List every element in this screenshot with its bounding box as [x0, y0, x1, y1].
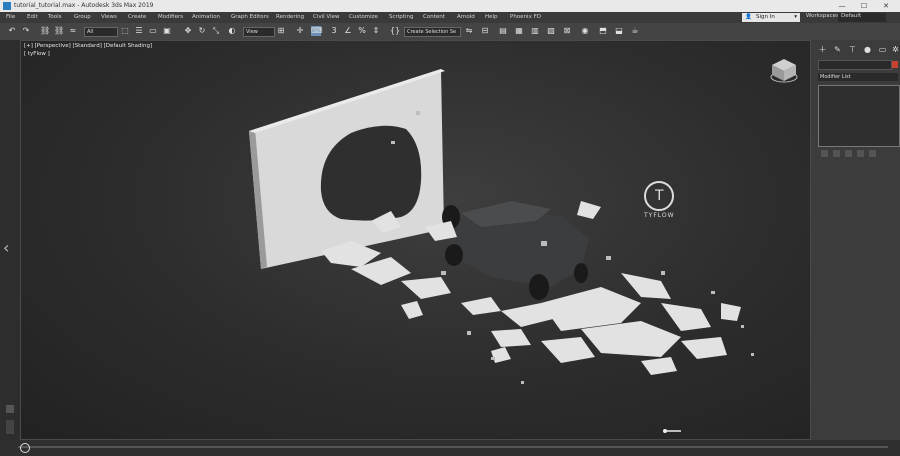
- menu-modifiers[interactable]: Modifiers: [158, 14, 183, 20]
- bottom-bar: [0, 440, 900, 456]
- nav-left-arrow[interactable]: ‹: [3, 238, 9, 257]
- hierarchy-tab-icon[interactable]: ⊤: [848, 45, 857, 54]
- pin-stack-icon[interactable]: [821, 150, 828, 157]
- select-manipulate-icon[interactable]: ✛: [295, 26, 305, 36]
- menu-customize[interactable]: Customize: [349, 14, 378, 20]
- tyflow-logo: T TYFLOW: [644, 181, 675, 219]
- unlink-icon[interactable]: ⛓: [54, 26, 64, 36]
- scene-render: [249, 69, 754, 384]
- angle-snap-icon[interactable]: ∠: [343, 26, 353, 36]
- scene-explorer-icon[interactable]: ▤: [498, 26, 508, 36]
- undo-icon[interactable]: ↶: [7, 26, 17, 36]
- curve-editor-icon[interactable]: ▧: [546, 26, 556, 36]
- material-editor-icon[interactable]: ◉: [580, 26, 590, 36]
- selection-filter-dropdown[interactable]: All: [84, 27, 118, 37]
- align-icon[interactable]: ⊟: [480, 26, 490, 36]
- utilities-tab-icon[interactable]: ✲: [891, 45, 900, 54]
- time-slider-handle[interactable]: [20, 443, 30, 453]
- menu-scripting[interactable]: Scripting: [389, 14, 413, 20]
- close-button[interactable]: ✕: [878, 1, 894, 11]
- select-by-name-icon[interactable]: ☰: [134, 26, 144, 36]
- object-name-field[interactable]: [818, 60, 892, 70]
- link-icon[interactable]: ⛓: [40, 26, 50, 36]
- menu-create[interactable]: Create: [128, 14, 146, 20]
- viewcube-icon[interactable]: [769, 55, 799, 85]
- frame-indicator: [6, 420, 14, 434]
- bind-space-warp-icon[interactable]: ≈: [68, 26, 78, 36]
- tyflow-logo-text: TYFLOW: [644, 212, 675, 219]
- sign-in-label: Sign In: [756, 14, 775, 20]
- modify-tab-icon[interactable]: ✎: [833, 45, 842, 54]
- redo-icon[interactable]: ↷: [21, 26, 31, 36]
- pivot-icon[interactable]: ⊞: [276, 26, 286, 36]
- object-color-swatch[interactable]: [892, 61, 898, 68]
- modifier-list-dropdown[interactable]: Modifier List: [818, 73, 898, 81]
- scale-icon[interactable]: ⤡: [211, 26, 221, 36]
- mirror-icon[interactable]: ⇋: [464, 26, 474, 36]
- play-icon[interactable]: [6, 405, 14, 413]
- toggle-ribbon-icon[interactable]: ▥: [530, 26, 540, 36]
- menu-arnold[interactable]: Arnold: [457, 14, 475, 20]
- window-title: tutorial_tutorial.max - Autodesk 3ds Max…: [14, 2, 154, 9]
- menu-views[interactable]: Views: [101, 14, 117, 20]
- command-panel: ＋ ✎ ⊤ ● ▭ ✲ Modifier List: [811, 40, 900, 440]
- chevron-down-icon: ▾: [794, 14, 797, 20]
- configure-sets-icon[interactable]: [869, 150, 876, 157]
- user-icon: 👤: [745, 14, 752, 20]
- time-slider[interactable]: [18, 446, 888, 448]
- menu-civil-view[interactable]: Civil View: [313, 14, 339, 20]
- rotate-icon[interactable]: ↻: [197, 26, 207, 36]
- reference-coordinate-dropdown[interactable]: View: [243, 27, 275, 37]
- move-icon[interactable]: ✥: [183, 26, 193, 36]
- spinner-snap-icon[interactable]: ⇕: [371, 26, 381, 36]
- percent-snap-icon[interactable]: %: [357, 26, 367, 36]
- render-production-icon[interactable]: ☕: [630, 26, 640, 36]
- show-end-result-icon[interactable]: [833, 150, 840, 157]
- create-tab-icon[interactable]: ＋: [818, 45, 827, 54]
- menu-edit[interactable]: Edit: [27, 14, 38, 20]
- window-crossing-icon[interactable]: ▣: [162, 26, 172, 36]
- layer-explorer-icon[interactable]: ▦: [514, 26, 524, 36]
- sign-in-dropdown[interactable]: 👤 Sign In ▾: [742, 13, 800, 22]
- vehicle: [442, 201, 589, 300]
- menu-phoenix-fd[interactable]: Phoenix FD: [510, 14, 541, 20]
- title-bar: tutorial_tutorial.max - Autodesk 3ds Max…: [0, 0, 900, 12]
- workspace-label: Workspaces:: [806, 13, 841, 19]
- menu-graph-editors[interactable]: Graph Editors: [231, 14, 269, 20]
- menu-file[interactable]: File: [6, 14, 15, 20]
- rendered-frame-icon[interactable]: ⬓: [614, 26, 624, 36]
- menu-animation[interactable]: Animation: [192, 14, 220, 20]
- app-icon: [3, 2, 11, 10]
- motion-tab-icon[interactable]: ●: [863, 45, 872, 54]
- render-setup-icon[interactable]: ⬒: [598, 26, 608, 36]
- maximize-button[interactable]: ☐: [856, 1, 872, 11]
- select-object-icon[interactable]: ⬚: [120, 26, 130, 36]
- main-toolbar: ↶ ↷ ⛓ ⛓ ≈ All ⬚ ☰ ▭ ▣ ✥ ↻ ⤡ ◐ View ⊞ ✛ ⌨…: [0, 23, 900, 40]
- scale-indicator-icon: [663, 429, 681, 433]
- edit-named-selection-icon[interactable]: {}: [390, 26, 400, 36]
- tyflow-logo-icon: T: [644, 181, 675, 211]
- modifier-stack[interactable]: [818, 85, 900, 147]
- make-unique-icon[interactable]: [845, 150, 852, 157]
- menu-rendering[interactable]: Rendering: [276, 14, 304, 20]
- remove-modifier-icon[interactable]: [857, 150, 864, 157]
- placement-icon[interactable]: ◐: [227, 26, 237, 36]
- snap-toggle-icon[interactable]: 3: [329, 26, 339, 36]
- workspace-select[interactable]: Default: [838, 13, 886, 22]
- menu-content[interactable]: Content: [423, 14, 445, 20]
- menu-help[interactable]: Help: [485, 14, 498, 20]
- keyboard-shortcut-icon[interactable]: ⌨: [311, 26, 323, 36]
- schematic-view-icon[interactable]: ⊠: [562, 26, 572, 36]
- menu-tools[interactable]: Tools: [48, 14, 62, 20]
- menu-group[interactable]: Group: [74, 14, 91, 20]
- named-selection-set[interactable]: Create Selection Se: [404, 27, 461, 37]
- rectangular-selection-icon[interactable]: ▭: [148, 26, 158, 36]
- display-tab-icon[interactable]: ▭: [878, 45, 887, 54]
- perspective-viewport[interactable]: [+] [Perspective] [Standard] [Default Sh…: [20, 40, 811, 440]
- minimize-button[interactable]: —: [834, 1, 850, 11]
